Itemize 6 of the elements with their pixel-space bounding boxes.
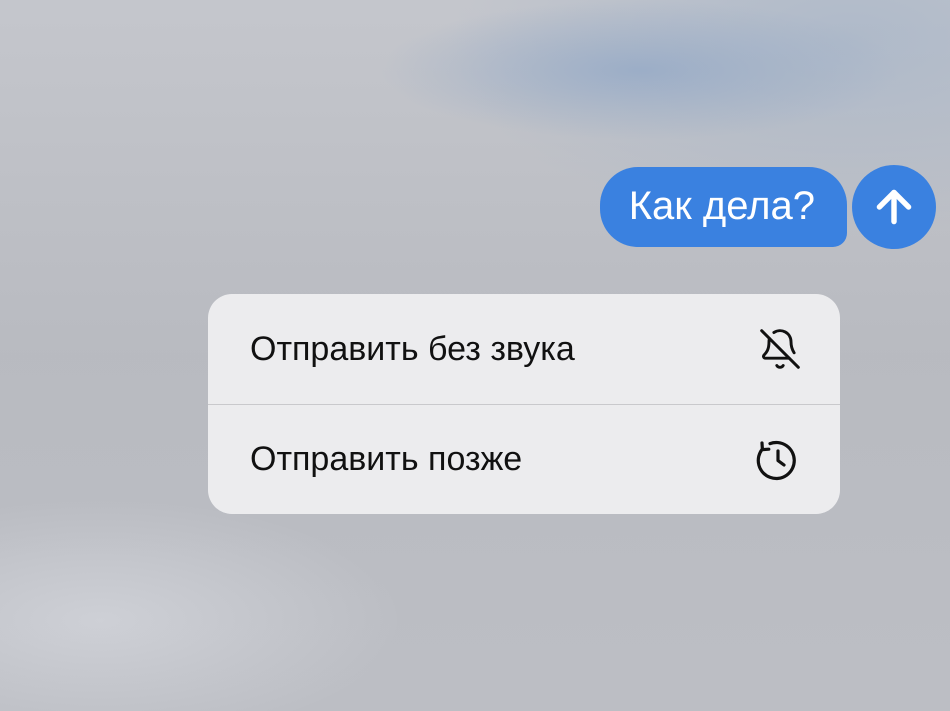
menu-item-label: Отправить без звука xyxy=(250,330,575,368)
message-bubble: Как дела? xyxy=(600,167,847,247)
menu-item[interactable]: Отправить без звука xyxy=(208,294,840,404)
menu-item[interactable]: Отправить позже xyxy=(208,404,840,514)
menu-item-label: Отправить позже xyxy=(250,440,522,479)
bell-off-icon xyxy=(758,327,802,371)
